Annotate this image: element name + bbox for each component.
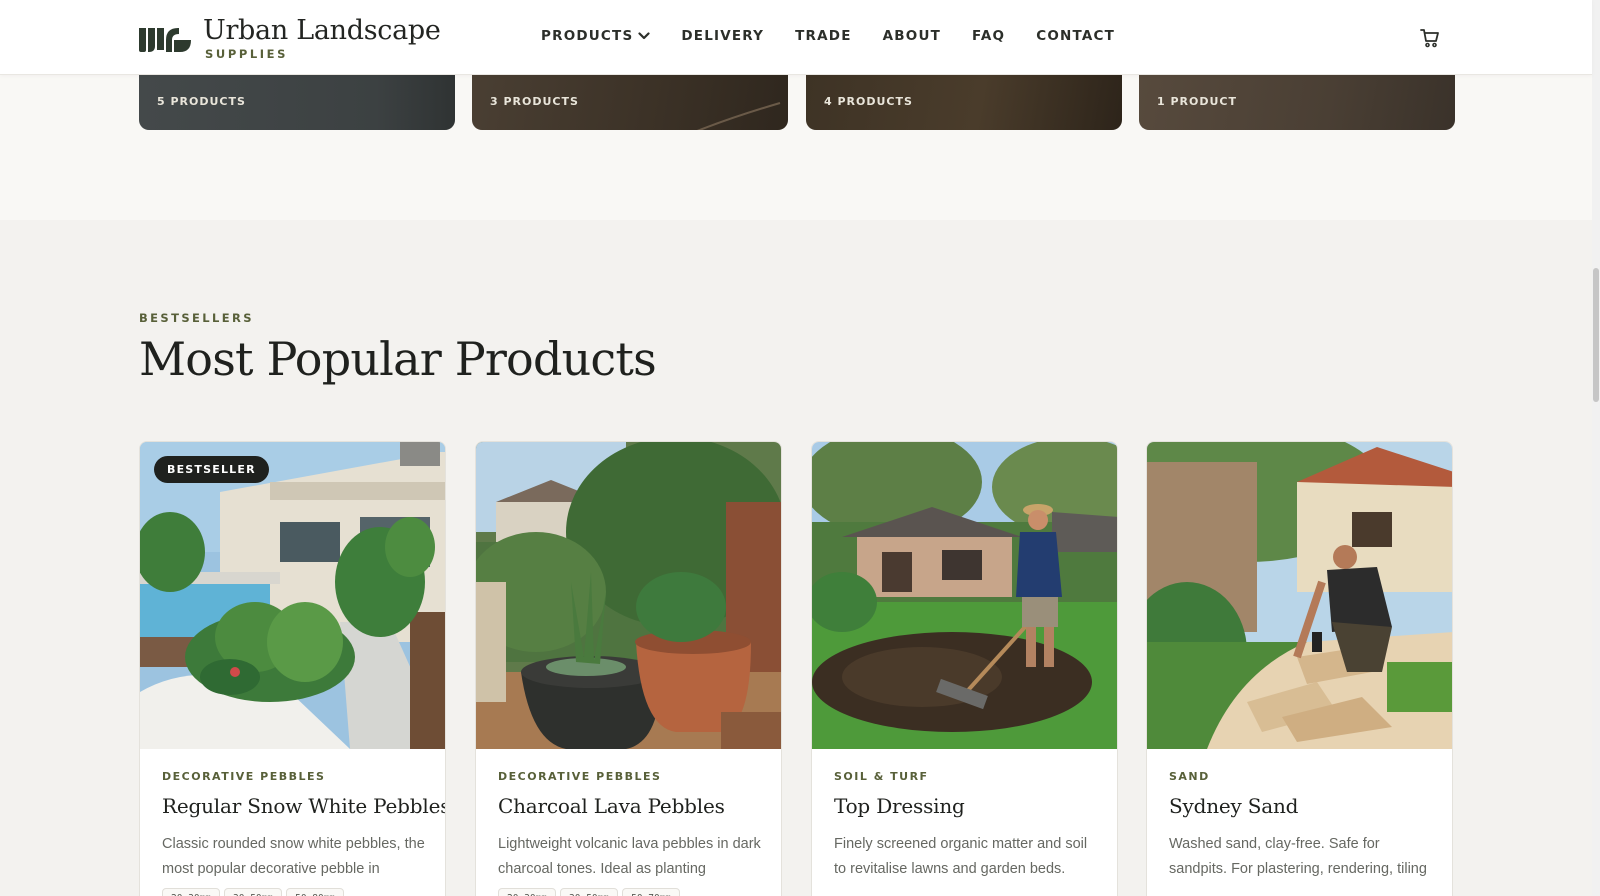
size-chip[interactable]: 50-70mm bbox=[622, 888, 681, 896]
nav-products-label: PRODUCTS bbox=[541, 28, 634, 44]
category-card[interactable]: 3 PRODUCTS bbox=[472, 75, 788, 130]
product-description: Lightweight volcanic lava pebbles in dar… bbox=[498, 836, 761, 877]
sandstone-path-photo bbox=[1147, 442, 1452, 749]
shopping-cart-icon[interactable] bbox=[1418, 26, 1442, 50]
product-name[interactable]: Top Dressing bbox=[834, 794, 965, 818]
product-description: Finely screened organic matter and soil … bbox=[834, 836, 1088, 877]
product-image[interactable]: BESTSELLER bbox=[140, 442, 445, 749]
product-name[interactable]: Charcoal Lava Pebbles bbox=[498, 794, 725, 818]
product-description: Classic rounded snow white pebbles, the … bbox=[162, 836, 425, 877]
category-image-detail bbox=[696, 102, 781, 130]
category-card[interactable]: 4 PRODUCTS bbox=[806, 75, 1122, 130]
category-count: 4 PRODUCTS bbox=[824, 95, 913, 108]
nav-trade[interactable]: TRADE bbox=[795, 28, 851, 44]
size-chip[interactable]: 50-80mm bbox=[286, 888, 345, 896]
nav-delivery[interactable]: DELIVERY bbox=[681, 28, 764, 44]
logo-title: Urban Landscape bbox=[203, 15, 441, 46]
section-title: Most Popular Products bbox=[139, 332, 657, 386]
category-count: 3 PRODUCTS bbox=[490, 95, 579, 108]
size-chip[interactable]: 30-50mm bbox=[560, 888, 619, 896]
size-chips: 20-30mm 30-50mm 50-70mm bbox=[498, 888, 684, 896]
product-image[interactable] bbox=[1147, 442, 1452, 749]
site-logo[interactable]: Urban Landscape SUPPLIES bbox=[139, 16, 441, 61]
ul-monogram-logo bbox=[139, 27, 191, 52]
chevron-down-icon bbox=[638, 32, 650, 40]
bestsellers-section: BESTSELLERS Most Popular Products BESTSE… bbox=[0, 220, 1592, 896]
product-card[interactable]: DECORATIVE PEBBLES Charcoal Lava Pebbles… bbox=[475, 441, 782, 896]
product-name[interactable]: Sydney Sand bbox=[1169, 794, 1298, 818]
size-chip[interactable]: 30-50mm bbox=[224, 888, 283, 896]
product-image[interactable] bbox=[812, 442, 1117, 749]
product-category: SOIL & TURF bbox=[834, 770, 929, 783]
product-name[interactable]: Regular Snow White Pebbles bbox=[162, 794, 445, 818]
main-nav: PRODUCTS DELIVERY TRADE ABOUT FAQ CONTAC… bbox=[541, 28, 1146, 44]
logo-subtitle: SUPPLIES bbox=[205, 47, 289, 61]
nav-products[interactable]: PRODUCTS bbox=[541, 28, 650, 44]
lawn-top-dressing-photo bbox=[812, 442, 1117, 749]
category-strip: 5 PRODUCTS 3 PRODUCTS 4 PRODUCTS 1 PRODU… bbox=[0, 75, 1592, 220]
category-card[interactable]: 5 PRODUCTS bbox=[139, 75, 455, 130]
category-card[interactable]: 1 PRODUCT bbox=[1139, 75, 1455, 130]
product-category: DECORATIVE PEBBLES bbox=[162, 770, 326, 783]
size-chips: 20-30mm 30-50mm 50-80mm bbox=[162, 888, 348, 896]
section-eyebrow: BESTSELLERS bbox=[139, 311, 254, 325]
product-card[interactable]: BESTSELLER DECORATIVE PEBBLES Regular Sn… bbox=[139, 441, 446, 896]
size-chip[interactable]: 20-30mm bbox=[498, 888, 557, 896]
size-chip[interactable]: 20-30mm bbox=[162, 888, 221, 896]
category-count: 1 PRODUCT bbox=[1157, 95, 1238, 108]
product-description: Washed sand, clay-free. Safe for sandpit… bbox=[1169, 836, 1427, 877]
product-card[interactable]: SAND Sydney Sand Washed sand, clay-free.… bbox=[1146, 441, 1453, 896]
product-image[interactable] bbox=[476, 442, 781, 749]
category-count: 5 PRODUCTS bbox=[157, 95, 246, 108]
product-category: SAND bbox=[1169, 770, 1210, 783]
product-card[interactable]: SOIL & TURF Top Dressing Finely screened… bbox=[811, 441, 1118, 896]
nav-about[interactable]: ABOUT bbox=[883, 28, 941, 44]
nav-faq[interactable]: FAQ bbox=[972, 28, 1005, 44]
pool-garden-photo bbox=[140, 442, 445, 749]
bestseller-badge: BESTSELLER bbox=[154, 456, 269, 483]
nav-contact[interactable]: CONTACT bbox=[1036, 28, 1115, 44]
scrollbar-thumb[interactable] bbox=[1593, 268, 1599, 402]
potted-plants-photo bbox=[476, 442, 781, 749]
page-scrollbar[interactable] bbox=[1592, 0, 1600, 896]
site-header: Urban Landscape SUPPLIES PRODUCTS DELIVE… bbox=[0, 0, 1592, 75]
product-category: DECORATIVE PEBBLES bbox=[498, 770, 662, 783]
